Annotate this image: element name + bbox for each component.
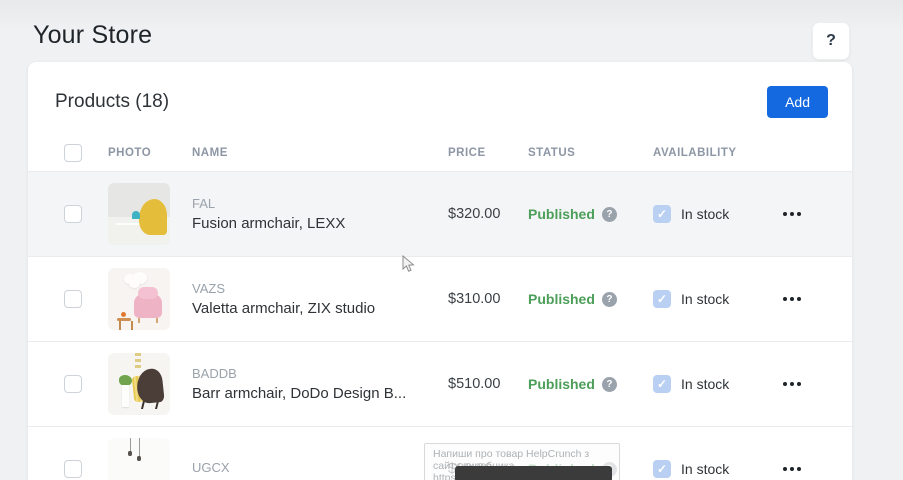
column-header-status: STATUS bbox=[528, 147, 653, 159]
product-name: Fusion armchair, LEXX bbox=[192, 215, 448, 232]
products-panel: Products (18) Add PHOTO NAME PRICE STATU… bbox=[28, 62, 852, 480]
status-published-label: Published bbox=[528, 206, 595, 222]
product-name-cell: BADDB Barr armchair, DoDo Design B... bbox=[192, 366, 448, 402]
product-availability: ✓ In stock bbox=[653, 290, 783, 308]
product-availability: ✓ In stock bbox=[653, 375, 783, 393]
page-title: Your Store bbox=[33, 21, 152, 50]
page-header: Your Store ? bbox=[0, 0, 903, 62]
more-options-icon[interactable] bbox=[783, 459, 852, 479]
in-stock-checkbox[interactable]: ✓ bbox=[653, 460, 671, 478]
row-checkbox[interactable] bbox=[64, 375, 82, 393]
status-published-label: Published bbox=[528, 291, 595, 307]
product-name: Valetta armchair, ZIX studio bbox=[192, 300, 448, 317]
product-price: $510.00 bbox=[448, 376, 528, 392]
product-name: Barr armchair, DoDo Design B... bbox=[192, 385, 448, 402]
product-price: $310.00 bbox=[448, 291, 528, 307]
in-stock-checkbox[interactable]: ✓ bbox=[653, 290, 671, 308]
in-stock-label: In stock bbox=[681, 461, 729, 477]
column-header-price: PRICE bbox=[448, 147, 528, 159]
column-header-photo: PHOTO bbox=[108, 147, 192, 159]
table-header-row: PHOTO NAME PRICE STATUS AVAILABILITY bbox=[28, 134, 852, 172]
products-count-title: Products (18) bbox=[55, 91, 169, 113]
product-status: Published ? bbox=[528, 206, 653, 222]
in-stock-checkbox[interactable]: ✓ bbox=[653, 375, 671, 393]
mouse-cursor-icon bbox=[402, 255, 415, 273]
product-status: Published ? bbox=[528, 291, 653, 307]
window-preview-bar bbox=[455, 466, 612, 480]
products-panel-header: Products (18) Add bbox=[28, 62, 852, 134]
more-options-icon[interactable] bbox=[783, 289, 852, 309]
column-header-availability: AVAILABILITY bbox=[653, 147, 783, 159]
product-sku: UGCX bbox=[192, 460, 448, 475]
add-product-button[interactable]: Add bbox=[767, 86, 828, 118]
product-name-cell: FAL Fusion armchair, LEXX bbox=[192, 196, 448, 232]
table-row: FAL Fusion armchair, LEXX $320.00 Publis… bbox=[28, 172, 852, 257]
status-help-icon[interactable]: ? bbox=[602, 292, 617, 307]
help-button[interactable]: ? bbox=[812, 22, 850, 60]
product-photo[interactable] bbox=[108, 268, 170, 330]
product-photo[interactable] bbox=[108, 438, 170, 480]
more-options-icon[interactable] bbox=[783, 204, 852, 224]
product-sku: BADDB bbox=[192, 366, 448, 381]
in-stock-checkbox[interactable]: ✓ bbox=[653, 205, 671, 223]
in-stock-label: In stock bbox=[681, 206, 729, 222]
row-checkbox[interactable] bbox=[64, 205, 82, 223]
product-photo[interactable] bbox=[108, 353, 170, 415]
table-row: BADDB Barr armchair, DoDo Design B... $5… bbox=[28, 342, 852, 427]
product-name-cell: UGCX bbox=[192, 460, 448, 479]
row-checkbox[interactable] bbox=[64, 460, 82, 478]
product-status: Published ? bbox=[528, 376, 653, 392]
status-help-icon[interactable]: ? bbox=[602, 207, 617, 222]
select-all-checkbox[interactable] bbox=[64, 144, 82, 162]
in-stock-label: In stock bbox=[681, 376, 729, 392]
product-photo[interactable] bbox=[108, 183, 170, 245]
status-help-icon[interactable]: ? bbox=[602, 377, 617, 392]
column-header-name: NAME bbox=[192, 147, 448, 159]
product-name-cell: VAZS Valetta armchair, ZIX studio bbox=[192, 281, 448, 317]
row-checkbox[interactable] bbox=[64, 290, 82, 308]
product-availability: ✓ In stock bbox=[653, 460, 783, 478]
product-sku: FAL bbox=[192, 196, 448, 211]
status-published-label: Published bbox=[528, 376, 595, 392]
in-stock-label: In stock bbox=[681, 291, 729, 307]
product-price: $320.00 bbox=[448, 206, 528, 222]
more-options-icon[interactable] bbox=[783, 374, 852, 394]
table-row: VAZS Valetta armchair, ZIX studio $310.0… bbox=[28, 257, 852, 342]
product-availability: ✓ In stock bbox=[653, 205, 783, 223]
product-sku: VAZS bbox=[192, 281, 448, 296]
